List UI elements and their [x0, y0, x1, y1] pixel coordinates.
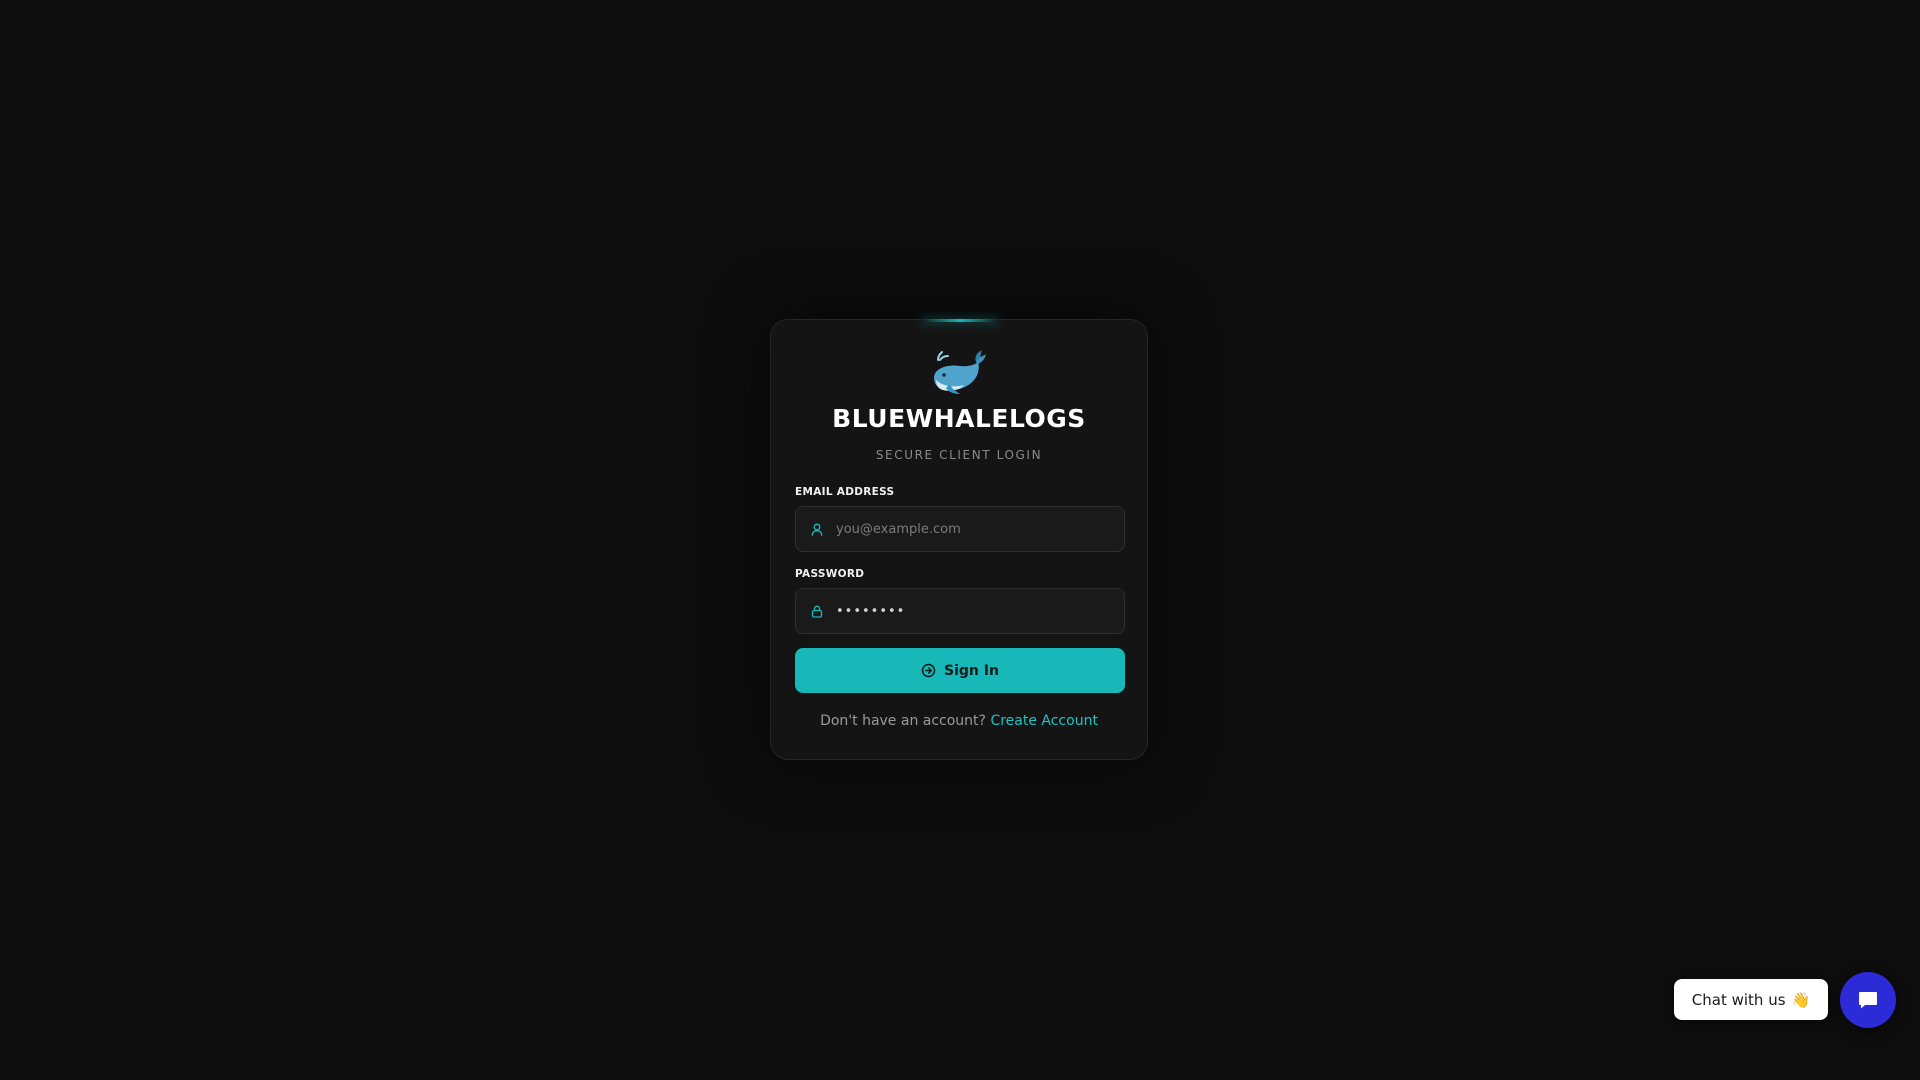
brand-title: BLUEWHALELOGS	[832, 404, 1086, 433]
sign-in-icon	[921, 663, 936, 678]
card-top-glow	[921, 319, 999, 322]
whale-icon	[934, 350, 986, 394]
email-field-container	[795, 506, 1125, 552]
chat-prompt-bubble[interactable]: Chat with us 👋	[1674, 979, 1828, 1020]
login-card: BLUEWHALELOGS SECURE CLIENT LOGIN EMAIL …	[770, 319, 1148, 760]
no-account-text: Don't have an account?	[820, 713, 991, 729]
wave-icon: 👋	[1791, 990, 1811, 1009]
sign-in-label: Sign In	[944, 662, 999, 679]
chat-label: Chat with us	[1691, 990, 1786, 1009]
password-input[interactable]	[836, 589, 1124, 633]
email-input[interactable]	[836, 507, 1124, 551]
chat-bubble-icon	[1859, 992, 1877, 1009]
user-icon	[810, 522, 824, 536]
password-label: PASSWORD	[795, 568, 865, 580]
email-label: EMAIL ADDRESS	[795, 486, 895, 498]
create-account-link[interactable]: Create Account	[990, 713, 1098, 729]
chat-launcher-button[interactable]	[1840, 972, 1896, 1028]
signup-prompt: Don't have an account? Create Account	[771, 713, 1147, 729]
whale-logo	[771, 348, 1147, 402]
password-field-container	[795, 588, 1125, 634]
login-subtitle: SECURE CLIENT LOGIN	[875, 448, 1043, 462]
lock-icon	[810, 604, 824, 618]
sign-in-button[interactable]: Sign In	[795, 648, 1125, 693]
